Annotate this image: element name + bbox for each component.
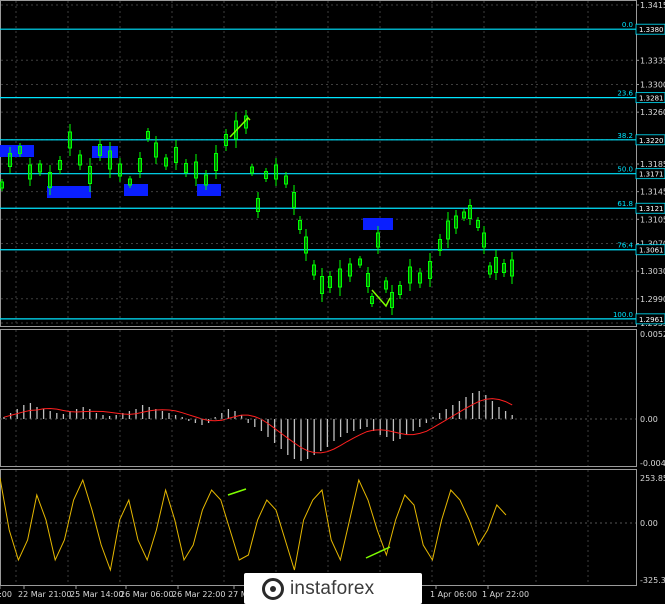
fib-level-value: 1.3281	[639, 95, 664, 103]
chart-background	[0, 0, 665, 604]
price-tick: 1.3030	[640, 267, 665, 276]
time-label: 26 Mar 06:00	[120, 590, 173, 599]
time-label: 22 Mar 21:00	[18, 590, 71, 599]
fib-level-value: 1.3380	[639, 26, 664, 34]
cci-axis-top: 253.8506	[640, 474, 665, 483]
price-tick: 1.3145	[640, 188, 665, 197]
fib-level-label: 61.8	[617, 200, 633, 208]
time-label: 1 Apr 06:00	[430, 590, 477, 599]
cci-axis-mid: 0.00	[640, 519, 658, 528]
fib-level-label: 38.2	[617, 132, 633, 140]
price-tick: 1.3300	[640, 81, 665, 90]
price-tick: 1.2990	[640, 295, 665, 304]
fib-level-value: 1.3061	[639, 247, 664, 255]
instaforex-logo-icon	[262, 577, 284, 600]
fib-level-label: 50.0	[617, 166, 633, 174]
fib-level-label: 76.4	[617, 242, 633, 250]
price-tick: 1.3105	[640, 215, 665, 224]
macd-axis-mid: 0.00	[640, 415, 658, 424]
price-tick: 1.3335	[640, 56, 665, 65]
price-tick: 1.3415	[640, 1, 665, 10]
marker-box	[92, 146, 118, 158]
fib-level-value: 1.3220	[639, 137, 664, 145]
price-tick: 1.3260	[640, 108, 665, 117]
marker-box	[197, 184, 221, 196]
fib-level-label: 0.0	[622, 21, 633, 29]
fib-level-value: 1.3171	[639, 171, 664, 179]
time-label: 1 Apr 22:00	[482, 590, 529, 599]
time-label: 25 Mar 14:00	[70, 590, 123, 599]
time-label: 0:00	[0, 590, 12, 599]
fib-level-label: 23.6	[617, 90, 633, 98]
fib-level-value: 1.2961	[639, 316, 664, 324]
marker-box	[124, 184, 148, 196]
time-label: 26 Mar 22:00	[172, 590, 225, 599]
marker-box	[47, 186, 91, 198]
fib-level-value: 1.3121	[639, 205, 664, 213]
price-tick: 1.3185	[640, 160, 665, 169]
macd-axis-bottom: -0.0043	[640, 459, 665, 468]
macd-axis-top: 0.00528	[640, 330, 665, 339]
cci-axis-bottom: -325.3427	[640, 576, 665, 585]
instaforex-watermark: instaforex	[244, 573, 422, 604]
trading-chart[interactable]: 1.3415 1.3335 1.3300 1.3260 1.3220 1.3185 1.31…	[0, 0, 665, 604]
watermark-text: instaforex	[290, 577, 375, 599]
marker-box	[0, 145, 34, 157]
fib-level-label: 100.0	[613, 311, 633, 319]
